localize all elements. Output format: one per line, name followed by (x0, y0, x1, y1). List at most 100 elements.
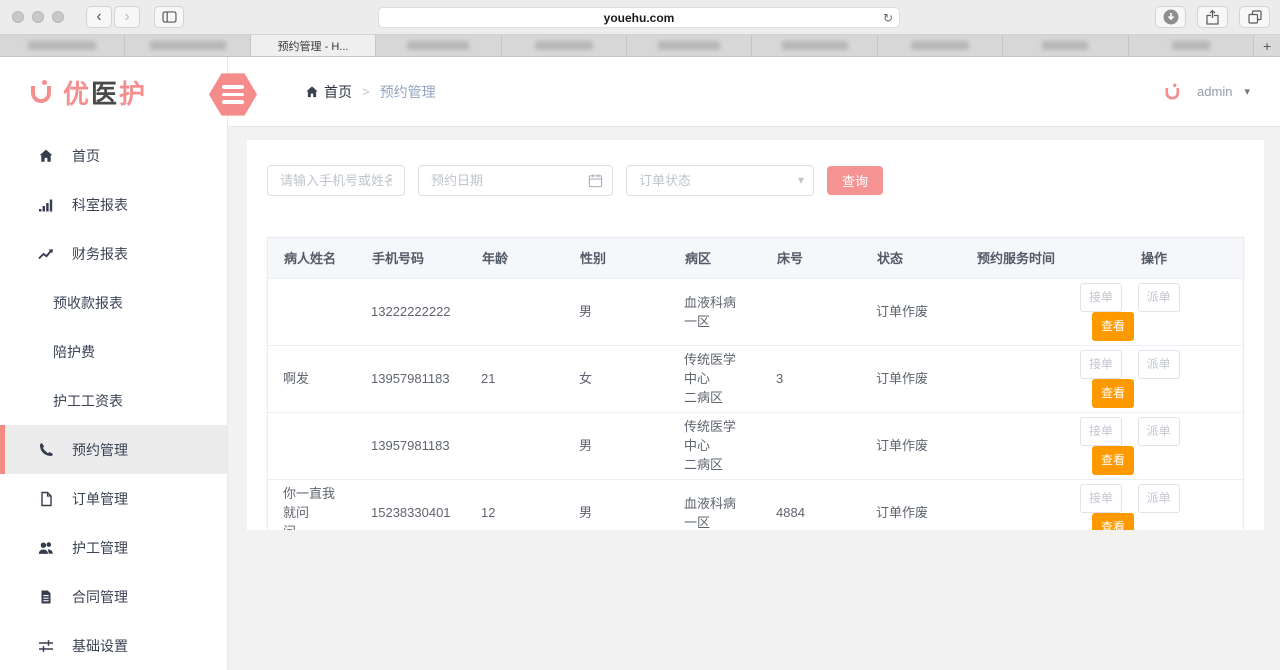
browser-tab[interactable] (627, 35, 752, 56)
cell-patient-name: 你一直我就问 问 (268, 479, 356, 530)
status-select[interactable] (626, 165, 814, 196)
sidebar-item-label: 陪护费 (53, 342, 95, 362)
cell-status: 订单作废 (861, 479, 961, 530)
sidebar-item-precollect-report[interactable]: 预收款报表 (0, 278, 227, 327)
brand-u-icon (30, 79, 54, 105)
cell-service-time (961, 412, 1065, 479)
redacted-tab-title (28, 41, 96, 50)
view-button[interactable]: 查看 (1092, 379, 1134, 408)
sidebar-item-escort-fee[interactable]: 陪护费 (0, 327, 227, 376)
view-button[interactable]: 查看 (1092, 312, 1134, 341)
dispatch-order-button[interactable]: 派单 (1138, 417, 1180, 446)
table-row: 啊发 13957981183 21 女 传统医学中心 二病区 3 订单作废 接单 (268, 345, 1243, 412)
sidebar-item-label: 首页 (72, 146, 100, 166)
browser-tab[interactable] (752, 35, 877, 56)
address-bar[interactable]: youehu.com ↻ (378, 7, 900, 28)
redacted-tab-title (535, 41, 593, 50)
col-actions: 操作 (1065, 238, 1243, 278)
bar-chart-icon (38, 197, 54, 213)
search-button[interactable]: 查询 (827, 166, 883, 195)
browser-toolbar: ‹ › youehu.com ↻ (0, 0, 1280, 35)
table-row: 13957981183 男 传统医学中心 二病区 订单作废 接单 派单 (268, 412, 1243, 479)
new-tab-button[interactable]: + (1254, 35, 1280, 56)
user-avatar (1165, 82, 1182, 100)
cell-age: 21 (466, 345, 564, 412)
browser-tab[interactable] (1003, 35, 1128, 56)
col-patient-name: 病人姓名 (268, 238, 356, 278)
share-icon (1206, 10, 1219, 25)
cell-service-time (961, 278, 1065, 345)
browser-tab-active[interactable]: 预约管理 - H... (251, 35, 376, 56)
redacted-tab-title (1042, 41, 1088, 50)
table-row: 你一直我就问 问 15238330401 12 男 血液科病一区 4884 订单… (268, 479, 1243, 530)
user-menu[interactable]: admin ▾ (1161, 79, 1250, 105)
calendar-icon (588, 173, 603, 188)
sidebar-item-dept-report[interactable]: 科室报表 (0, 180, 227, 229)
browser-tab[interactable] (376, 35, 501, 56)
redacted-tab-title (658, 41, 720, 50)
dispatch-order-button[interactable]: 派单 (1138, 350, 1180, 379)
sidebar-item-label: 预约管理 (72, 440, 128, 460)
breadcrumb: 首页 > 预约管理 (305, 82, 436, 102)
col-gender: 性别 (564, 238, 669, 278)
dispatch-order-button[interactable]: 派单 (1138, 283, 1180, 312)
browser-tab[interactable] (0, 35, 125, 56)
sidebar-item-label: 合同管理 (72, 587, 128, 607)
minimize-window-button[interactable] (32, 11, 44, 23)
sidebar-item-workers[interactable]: 护工管理 (0, 523, 227, 572)
browser-tab[interactable] (502, 35, 627, 56)
share-button[interactable] (1197, 6, 1228, 28)
sidebar-item-orders[interactable]: 订单管理 (0, 474, 227, 523)
sidebar-item-home[interactable]: 首页 (0, 131, 227, 180)
forward-button[interactable]: › (114, 6, 140, 28)
browser-tab[interactable] (878, 35, 1003, 56)
cell-age: 12 (466, 479, 564, 530)
cell-phone: 13957981183 (356, 345, 466, 412)
dispatch-order-button[interactable]: 派单 (1138, 484, 1180, 513)
browser-tab[interactable] (1129, 35, 1254, 56)
sidebar-item-label: 订单管理 (72, 489, 128, 509)
table-row: 13222222222 男 血液科病一区 订单作废 接单 派单 (268, 278, 1243, 345)
keyword-input[interactable] (267, 165, 405, 196)
cell-gender: 男 (564, 479, 669, 530)
download-icon (1163, 9, 1179, 25)
accept-order-button[interactable]: 接单 (1080, 417, 1122, 446)
back-button[interactable]: ‹ (86, 6, 112, 28)
tabs-icon (1248, 10, 1262, 24)
sidebar-toggle-button[interactable] (154, 6, 184, 28)
browser-tab[interactable] (125, 35, 250, 56)
sidebar-item-settings[interactable]: 基础设置 (0, 621, 227, 670)
sidebar-item-finance-report[interactable]: 财务报表 (0, 229, 227, 278)
username: admin (1197, 84, 1232, 99)
tab-overview-button[interactable] (1239, 6, 1270, 28)
col-phone: 手机号码 (356, 238, 466, 278)
sidebar-item-contracts[interactable]: 合同管理 (0, 572, 227, 621)
cell-actions: 接单 派单 查看 (1065, 479, 1243, 530)
cell-gender: 女 (564, 345, 669, 412)
cell-patient-name (268, 412, 356, 479)
phone-icon (38, 442, 54, 458)
hamburger-icon (222, 85, 244, 89)
cell-status: 订单作废 (861, 345, 961, 412)
accept-order-button[interactable]: 接单 (1080, 283, 1122, 312)
cell-gender: 男 (564, 412, 669, 479)
sidebar-item-worker-salary[interactable]: 护工工资表 (0, 376, 227, 425)
col-service-time: 预约服务时间 (961, 238, 1065, 278)
sidebar-item-label: 护工工资表 (53, 391, 123, 411)
view-button[interactable]: 查看 (1092, 446, 1134, 475)
cell-actions: 接单 派单 查看 (1065, 412, 1243, 479)
downloads-button[interactable] (1155, 6, 1186, 28)
chevron-down-icon: ▾ (798, 173, 804, 187)
date-input[interactable] (418, 165, 613, 196)
breadcrumb-home-link[interactable]: 首页 (324, 82, 352, 102)
sidebar-item-appointments[interactable]: 预约管理 (0, 425, 227, 474)
reload-icon[interactable]: ↻ (883, 11, 893, 25)
page-header: 首页 > 预约管理 admin ▾ (228, 57, 1280, 127)
accept-order-button[interactable]: 接单 (1080, 484, 1122, 513)
app-logo[interactable]: 优医护 (0, 57, 227, 127)
accept-order-button[interactable]: 接单 (1080, 350, 1122, 379)
view-button[interactable]: 查看 (1092, 513, 1134, 531)
close-window-button[interactable] (12, 11, 24, 23)
content-area: ▾ 查询 病人姓名 手机号码 (228, 127, 1280, 670)
zoom-window-button[interactable] (52, 11, 64, 23)
